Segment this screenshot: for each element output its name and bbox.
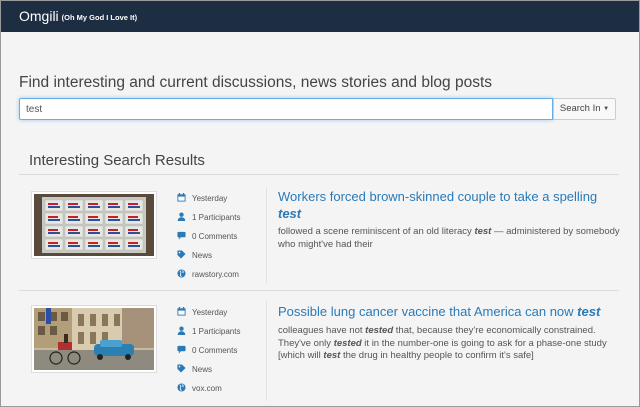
section-divider — [19, 174, 619, 175]
title-keyword: test — [278, 206, 302, 221]
calendar-icon — [177, 193, 186, 202]
search-in-label: Search In — [559, 103, 601, 114]
comment-icon — [177, 231, 186, 240]
result-thumbnail[interactable] — [31, 305, 157, 373]
meta-date: Yesterday — [177, 307, 257, 326]
meta-source[interactable]: rawstory.com — [177, 269, 257, 288]
tag-icon — [177, 364, 186, 373]
result-thumbnail-image — [34, 308, 154, 370]
result-title-link[interactable]: Possible lung cancer vaccine that Americ… — [278, 303, 623, 320]
section-title: Interesting Search Results — [29, 152, 205, 169]
result-separator — [19, 290, 619, 291]
result-divider — [266, 301, 267, 401]
caret-down-icon: ▼ — [603, 106, 610, 112]
meta-comments: 0 Comments — [177, 345, 257, 364]
globe-icon — [177, 269, 186, 278]
meta-participants: 1 Participants — [177, 212, 257, 231]
brand-link[interactable]: Omgili (Oh My God I Love It) — [19, 8, 137, 24]
result-snippet: followed a scene reminiscent of an old l… — [278, 226, 620, 250]
meta-date: Yesterday — [177, 193, 257, 212]
navbar: Omgili (Oh My God I Love It) — [1, 1, 639, 32]
snippet-keyword: test — [474, 226, 492, 237]
page-frame: Omgili (Oh My God I Love It) Find interes… — [0, 0, 640, 407]
result-snippet: colleagues have not tested that, because… — [278, 325, 607, 361]
result-meta: Yesterday 1 Participants 0 Comments News… — [177, 193, 257, 288]
meta-type: News — [177, 250, 257, 269]
snippet-keyword: tested — [333, 337, 362, 349]
meta-source[interactable]: vox.com — [177, 383, 257, 402]
brand-tagline: (Oh My God I Love It) — [61, 13, 138, 22]
user-icon — [177, 212, 186, 221]
snippet-keyword: test — [323, 350, 341, 361]
brand-name: Omgili — [19, 8, 59, 24]
search-in-dropdown-button[interactable]: Search In ▼ — [553, 98, 616, 120]
tag-icon — [177, 250, 186, 259]
search-input[interactable] — [19, 98, 553, 120]
title-keyword: test — [577, 304, 601, 319]
result-thumbnail[interactable] — [31, 191, 157, 259]
result-meta: Yesterday 1 Participants 0 Comments News… — [177, 307, 257, 402]
meta-comments: 0 Comments — [177, 231, 257, 250]
hero-title: Find interesting and current discussions… — [19, 74, 492, 91]
snippet-keyword: tested — [365, 325, 394, 336]
user-icon — [177, 326, 186, 335]
comment-icon — [177, 345, 186, 354]
globe-icon — [177, 383, 186, 392]
calendar-icon — [177, 307, 186, 316]
meta-type: News — [177, 364, 257, 383]
result-thumbnail-image — [34, 194, 154, 256]
meta-participants: 1 Participants — [177, 326, 257, 345]
result-divider — [266, 187, 267, 283]
result-title-link[interactable]: Workers forced brown-skinned couple to t… — [278, 188, 623, 222]
